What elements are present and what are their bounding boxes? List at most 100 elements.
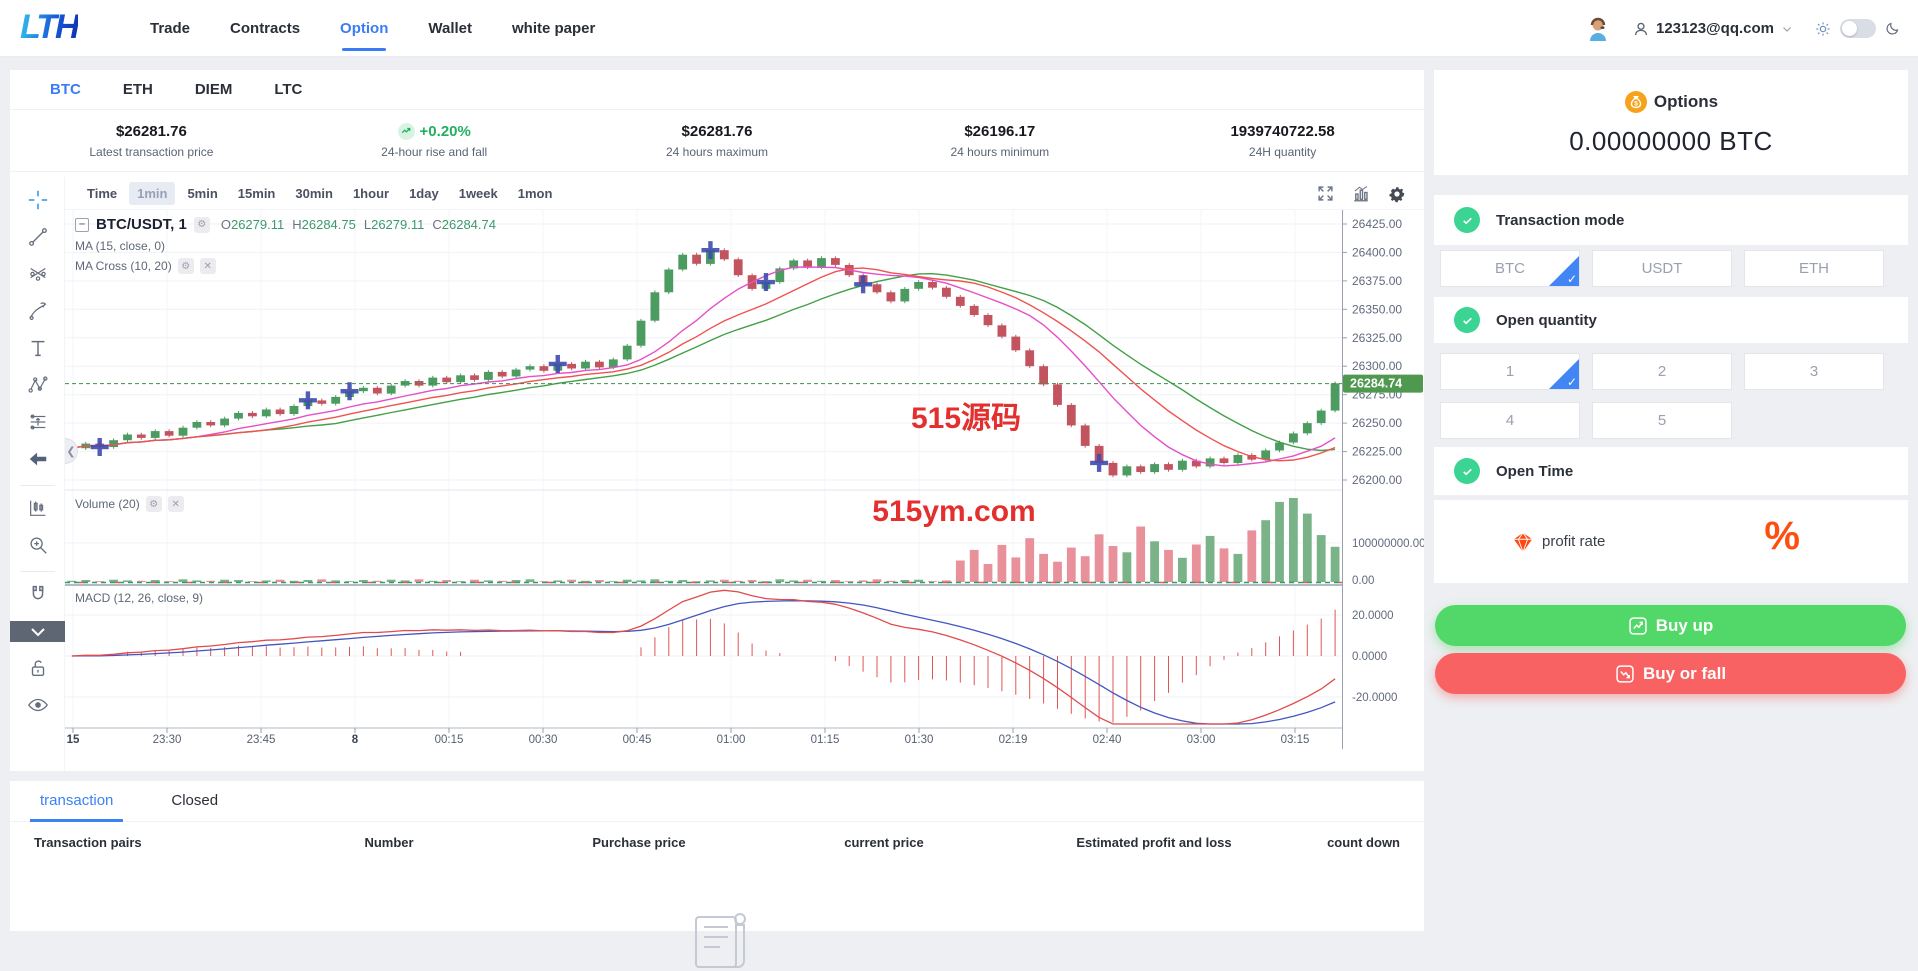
pair-settings-gear-icon[interactable]: ⚙: [193, 216, 210, 233]
candlestick-chart[interactable]: 26425.00 26400.00 26375.00 26350.00 26325.00…: [65, 210, 1424, 749]
orders-table-header: Transaction pairs Number Purchase price cur…: [10, 822, 1424, 862]
option-2[interactable]: 2: [1592, 353, 1732, 390]
orders-column-header: current price: [844, 834, 924, 850]
option-1[interactable]: 1 ✓: [1440, 353, 1580, 390]
timeframe-1min[interactable]: 1min: [129, 181, 176, 205]
tool-back-arrow-icon[interactable]: [10, 444, 65, 474]
stat-block: 1939740722.58 24H quantity: [1141, 110, 1424, 171]
svg-text:100000000.00: 100000000.00: [1352, 538, 1424, 550]
timeframe-5min[interactable]: 5min: [179, 182, 225, 205]
tools-collapse-button[interactable]: [10, 621, 65, 642]
nav-item-white-paper[interactable]: white paper: [512, 0, 595, 57]
tool-magnet-icon[interactable]: [10, 579, 65, 609]
timeframe-1week[interactable]: 1week: [451, 182, 506, 205]
ohlc-values: O26279.11 H26284.75 L26279.11 C26284.74: [221, 217, 496, 232]
tool-brush-icon[interactable]: [10, 296, 65, 326]
option-group: BTC ✓ USDT ETH: [1440, 250, 1902, 287]
account-balance: 0.00000000 BTC: [1569, 126, 1773, 156]
stat-label: Latest transaction price: [89, 144, 214, 159]
stat-value: +0.20%: [397, 122, 471, 140]
volume-close-icon[interactable]: ✕: [167, 496, 184, 512]
svg-text:26284.74: 26284.74: [1350, 377, 1402, 391]
nav-item-trade[interactable]: Trade: [150, 0, 190, 57]
tool-bar-measure-icon[interactable]: [10, 493, 65, 523]
stat-block: $26196.17 24 hours minimum: [858, 110, 1141, 171]
svg-text:26350.00: 26350.00: [1352, 302, 1402, 316]
timeframe-time[interactable]: Time: [79, 182, 125, 205]
market-tab-eth[interactable]: ETH: [123, 81, 153, 98]
user-menu[interactable]: 123123@qq.com: [1633, 20, 1793, 37]
svg-text:02:40: 02:40: [1093, 734, 1122, 746]
timeframe-1hour[interactable]: 1hour: [345, 182, 397, 205]
ohlc-O: O26279.11: [220, 217, 285, 232]
option-group: 1 ✓ 2 3 4 5: [1440, 353, 1902, 439]
stat-value: $26196.17: [964, 122, 1036, 140]
nav-item-contracts[interactable]: Contracts: [230, 0, 300, 57]
orders-column-header: Purchase price: [592, 834, 686, 850]
ma-cross-gear-icon[interactable]: ⚙: [177, 258, 194, 274]
svg-text:01:00: 01:00: [717, 734, 746, 746]
market-tab-btc[interactable]: BTC: [50, 81, 81, 98]
user-icon: [1634, 22, 1647, 35]
option-eth[interactable]: ETH: [1744, 250, 1884, 287]
header-right: 123123@qq.com: [1585, 0, 1900, 57]
timeframe-30min[interactable]: 30min: [287, 182, 341, 205]
orders-tab-closed[interactable]: Closed: [171, 781, 218, 822]
check-icon: [1454, 458, 1480, 484]
option-btc[interactable]: BTC ✓: [1440, 250, 1580, 287]
theme-switcher: [1815, 19, 1900, 38]
watermark-line2: 515ym.com: [872, 495, 1036, 528]
tool-gann-fan-icon[interactable]: [10, 259, 65, 289]
orders-tab-transaction[interactable]: transaction: [29, 781, 124, 822]
tool-trend-line-icon[interactable]: [10, 222, 65, 252]
stat-block: $26281.76 Latest transaction price: [10, 110, 293, 171]
moon-icon: [1886, 22, 1899, 35]
nav-item-wallet[interactable]: Wallet: [428, 0, 472, 57]
brand-logo[interactable]: LTH: [20, 8, 80, 47]
timeframe-15min[interactable]: 15min: [230, 182, 284, 205]
tool-forecast-icon[interactable]: [10, 407, 65, 437]
ma-cross-close-icon[interactable]: ✕: [199, 258, 216, 274]
no-data-icon: [690, 911, 754, 971]
option-4[interactable]: 4: [1440, 402, 1580, 439]
theme-toggle[interactable]: [1840, 19, 1876, 38]
tool-xabcd-pattern-icon[interactable]: [10, 370, 65, 400]
svg-text:$: $: [1634, 101, 1638, 108]
ma-cross-label: MA Cross (10, 20): [75, 259, 172, 273]
nav-item-option[interactable]: Option: [340, 0, 388, 57]
market-tab-diem[interactable]: DIEM: [195, 81, 233, 98]
moneybag-icon: $: [1624, 91, 1647, 113]
timeframe-1mon[interactable]: 1mon: [510, 182, 561, 205]
option-3[interactable]: 3: [1744, 353, 1884, 390]
tool-crosshair-icon[interactable]: [10, 185, 65, 215]
stat-value: $26281.76: [681, 122, 753, 140]
tool-zoom-in-icon[interactable]: [10, 530, 65, 560]
indicators-icon[interactable]: [1350, 183, 1372, 205]
tool-lock-icon[interactable]: [10, 653, 65, 683]
orders-card: transaction Closed Transaction pairs Numbe…: [10, 781, 1424, 968]
gem-icon: [1513, 532, 1533, 552]
buy-fall-button[interactable]: Buy or fall: [1435, 653, 1906, 694]
market-tab-ltc[interactable]: LTC: [274, 81, 302, 98]
fullscreen-icon[interactable]: [1314, 183, 1336, 205]
settings-gear-icon[interactable]: [1386, 183, 1408, 205]
tool-eye-icon[interactable]: [10, 690, 65, 720]
support-avatar[interactable]: [1585, 16, 1611, 42]
volume-gear-icon[interactable]: ⚙: [145, 496, 162, 512]
svg-text:26200.00: 26200.00: [1352, 473, 1402, 487]
profit-rate-unit: %: [1764, 514, 1800, 558]
svg-text:02:19: 02:19: [999, 734, 1028, 746]
option-usdt[interactable]: USDT: [1592, 250, 1732, 287]
profit-rate-label: profit rate: [1542, 533, 1606, 550]
section-header: Open quantity: [1434, 297, 1908, 343]
chart-area[interactable]: 26425.00 26400.00 26375.00 26350.00 26325.00…: [65, 210, 1424, 749]
user-email: 123123@qq.com: [1655, 20, 1774, 37]
timeframe-1day[interactable]: 1day: [401, 182, 447, 205]
option-5[interactable]: 5: [1592, 402, 1732, 439]
ohlc-C: C26284.74: [432, 217, 496, 232]
ohlc-H: H26284.75: [292, 217, 356, 232]
legend-collapse-icon[interactable]: –: [75, 217, 89, 232]
tool-text-tool-icon[interactable]: [10, 333, 65, 363]
buy-up-button[interactable]: Buy up: [1435, 605, 1906, 646]
svg-text:26400.00: 26400.00: [1352, 245, 1402, 259]
